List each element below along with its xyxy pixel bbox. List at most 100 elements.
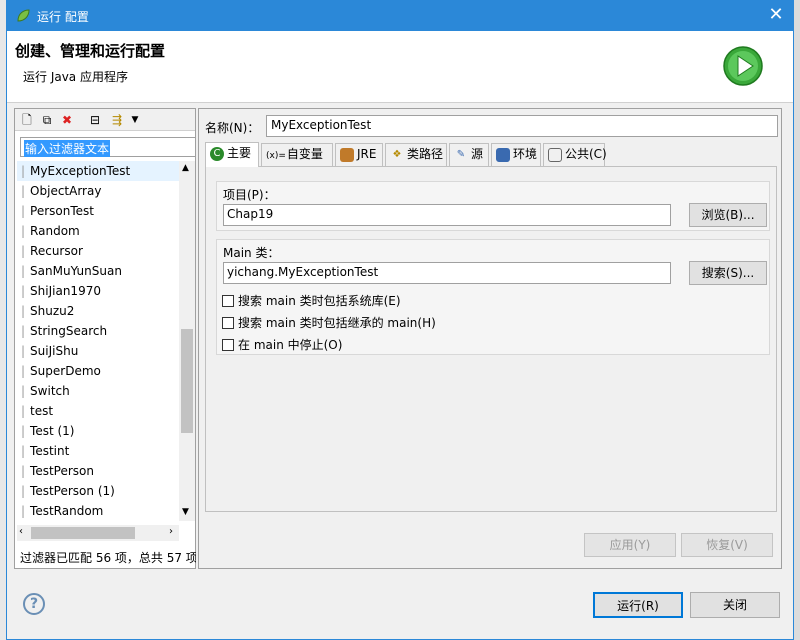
list-item-label: Test (1): [30, 424, 75, 438]
close-button[interactable]: 关闭: [690, 592, 780, 618]
list-item-label: MyExceptionTest: [30, 164, 131, 178]
tab-label: 类路径: [407, 147, 444, 161]
tab-source[interactable]: ✎ 源: [449, 143, 489, 166]
stop-in-main-checkbox[interactable]: 在 main 中停止(O): [222, 336, 342, 353]
tab-label: JRE: [357, 147, 377, 161]
list-item[interactable]: | PersonTest: [17, 201, 179, 221]
list-item[interactable]: | TestPerson (1): [17, 481, 179, 501]
main-class-label: Main 类：: [223, 246, 280, 260]
java-app-icon: |: [21, 384, 26, 398]
list-item[interactable]: | TestPerson: [17, 461, 179, 481]
list-item-label: TestPerson: [30, 464, 95, 478]
list-item-label: ShiJian1970: [30, 284, 101, 298]
tab-label: 环境: [513, 147, 538, 161]
run-button[interactable]: 运行(R): [593, 592, 683, 618]
java-app-icon: |: [21, 424, 26, 438]
list-item-label: ObjectArray: [30, 184, 102, 198]
close-icon[interactable]: ✕: [763, 4, 789, 28]
list-item-label: Random: [30, 224, 80, 238]
tab-jre[interactable]: JRE: [335, 143, 383, 166]
checkbox-label: 搜索 main 类时包括继承的 main(H): [238, 316, 436, 330]
scroll-left-icon[interactable]: ‹: [19, 526, 23, 537]
project-field[interactable]: Chap19: [223, 204, 671, 226]
duplicate-icon[interactable]: ⧉: [39, 112, 55, 128]
filter-input[interactable]: 输入过滤器文本: [20, 137, 196, 157]
java-app-icon: |: [21, 324, 26, 338]
list-item-label: test: [30, 404, 54, 418]
revert-button[interactable]: 恢复(V): [681, 533, 773, 557]
list-item[interactable]: | Shuzu2: [17, 301, 179, 321]
horizontal-scroll-thumb[interactable]: [31, 527, 135, 539]
java-app-icon: |: [21, 464, 26, 478]
checkbox-box: [222, 295, 234, 307]
java-app-icon: |: [21, 364, 26, 378]
search-button[interactable]: 搜索(S)...: [689, 261, 767, 285]
filter-placeholder: 输入过滤器文本: [24, 140, 111, 157]
list-item-label: Shuzu2: [30, 304, 75, 318]
java-app-icon: |: [21, 344, 26, 358]
chevron-down-icon[interactable]: ▼: [127, 112, 143, 128]
java-app-icon: |: [21, 404, 26, 418]
classpath-icon: ❖: [392, 148, 402, 160]
java-app-icon: |: [21, 164, 26, 178]
list-item[interactable]: | Random: [17, 221, 179, 241]
filter-icon[interactable]: ⇶: [109, 112, 125, 128]
list-item[interactable]: | Testint: [17, 441, 179, 461]
main-class-group: Main 类： yichang.MyExceptionTest 搜索(S)...…: [216, 239, 770, 355]
list-item[interactable]: | Recursor: [17, 241, 179, 261]
list-item[interactable]: | SanMuYunSuan: [17, 261, 179, 281]
tab-label: 源: [471, 147, 484, 161]
list-item[interactable]: | StringSearch: [17, 321, 179, 341]
checkbox-box: [222, 339, 234, 351]
apply-button[interactable]: 应用(Y): [584, 533, 676, 557]
java-app-icon: |: [21, 224, 26, 238]
title-bar[interactable]: 运行 配置 ✕: [7, 1, 793, 31]
list-item-label: Switch: [30, 384, 70, 398]
list-item[interactable]: | MyExceptionTest: [17, 161, 179, 181]
tab-environment[interactable]: 环境: [491, 143, 541, 166]
tab-common[interactable]: 公共(C): [543, 143, 607, 166]
delete-icon[interactable]: ✖: [59, 112, 75, 128]
name-field[interactable]: MyExceptionTest: [266, 115, 778, 137]
java-app-icon: |: [21, 444, 26, 458]
tree-toolbar: 🗋 ⧉ ✖ ⊟ ⇶ ▼: [15, 109, 195, 131]
filter-status: 过滤器已匹配 56 项，总共 57 项: [20, 551, 196, 565]
project-label: 项目(P)：: [223, 188, 276, 202]
main-class-field[interactable]: yichang.MyExceptionTest: [223, 262, 671, 284]
java-app-icon: |: [21, 184, 26, 198]
list-item-label: StringSearch: [30, 324, 108, 338]
list-item[interactable]: | test: [17, 401, 179, 421]
tab-bar: C 主要 (x)=自变量 JRE ❖ 类路径 ✎ 源 环境 公共(C): [205, 142, 777, 167]
scroll-up-icon[interactable]: ▲: [182, 163, 189, 173]
tab-main[interactable]: C 主要: [205, 142, 259, 167]
vertical-scroll-thumb[interactable]: [181, 329, 193, 433]
list-item[interactable]: | ShiJian1970: [17, 281, 179, 301]
eclipse-leaf-icon: [17, 9, 30, 22]
collapse-all-icon[interactable]: ⊟: [87, 112, 103, 128]
tab-arguments[interactable]: (x)=自变量: [261, 143, 333, 166]
java-app-icon: |: [21, 244, 26, 258]
list-item[interactable]: | SuiJiShu: [17, 341, 179, 361]
list-item[interactable]: | ObjectArray: [17, 181, 179, 201]
vertical-scrollbar[interactable]: ▲ ▼: [179, 161, 195, 521]
configuration-tree-panel: 🗋 ⧉ ✖ ⊟ ⇶ ▼ 输入过滤器文本 | MyExceptionTest | Obj…: [14, 108, 196, 569]
include-inherited-mains-checkbox[interactable]: 搜索 main 类时包括继承的 main(H): [222, 314, 436, 331]
list-item[interactable]: | Switch: [17, 381, 179, 401]
run-icon: [723, 46, 763, 86]
list-item[interactable]: | Test (1): [17, 421, 179, 441]
include-system-libraries-checkbox[interactable]: 搜索 main 类时包括系统库(E): [222, 292, 401, 309]
help-icon[interactable]: ?: [23, 593, 45, 615]
new-configuration-icon[interactable]: 🗋: [19, 112, 35, 128]
scroll-down-icon[interactable]: ▼: [182, 507, 189, 517]
list-item[interactable]: | SuperDemo: [17, 361, 179, 381]
horizontal-scrollbar[interactable]: ‹ ›: [17, 525, 179, 541]
list-item[interactable]: | TestRandom: [17, 501, 179, 521]
browse-button[interactable]: 浏览(B)...: [689, 203, 767, 227]
list-item-label: SuperDemo: [30, 364, 101, 378]
header-subtitle: 运行 Java 应用程序: [23, 70, 128, 84]
tab-label: 公共(C): [565, 147, 607, 161]
tab-classpath[interactable]: ❖ 类路径: [385, 143, 447, 166]
tab-label: 主要: [227, 146, 252, 160]
arguments-icon: (x)=: [266, 151, 286, 161]
scroll-right-icon[interactable]: ›: [169, 526, 173, 537]
